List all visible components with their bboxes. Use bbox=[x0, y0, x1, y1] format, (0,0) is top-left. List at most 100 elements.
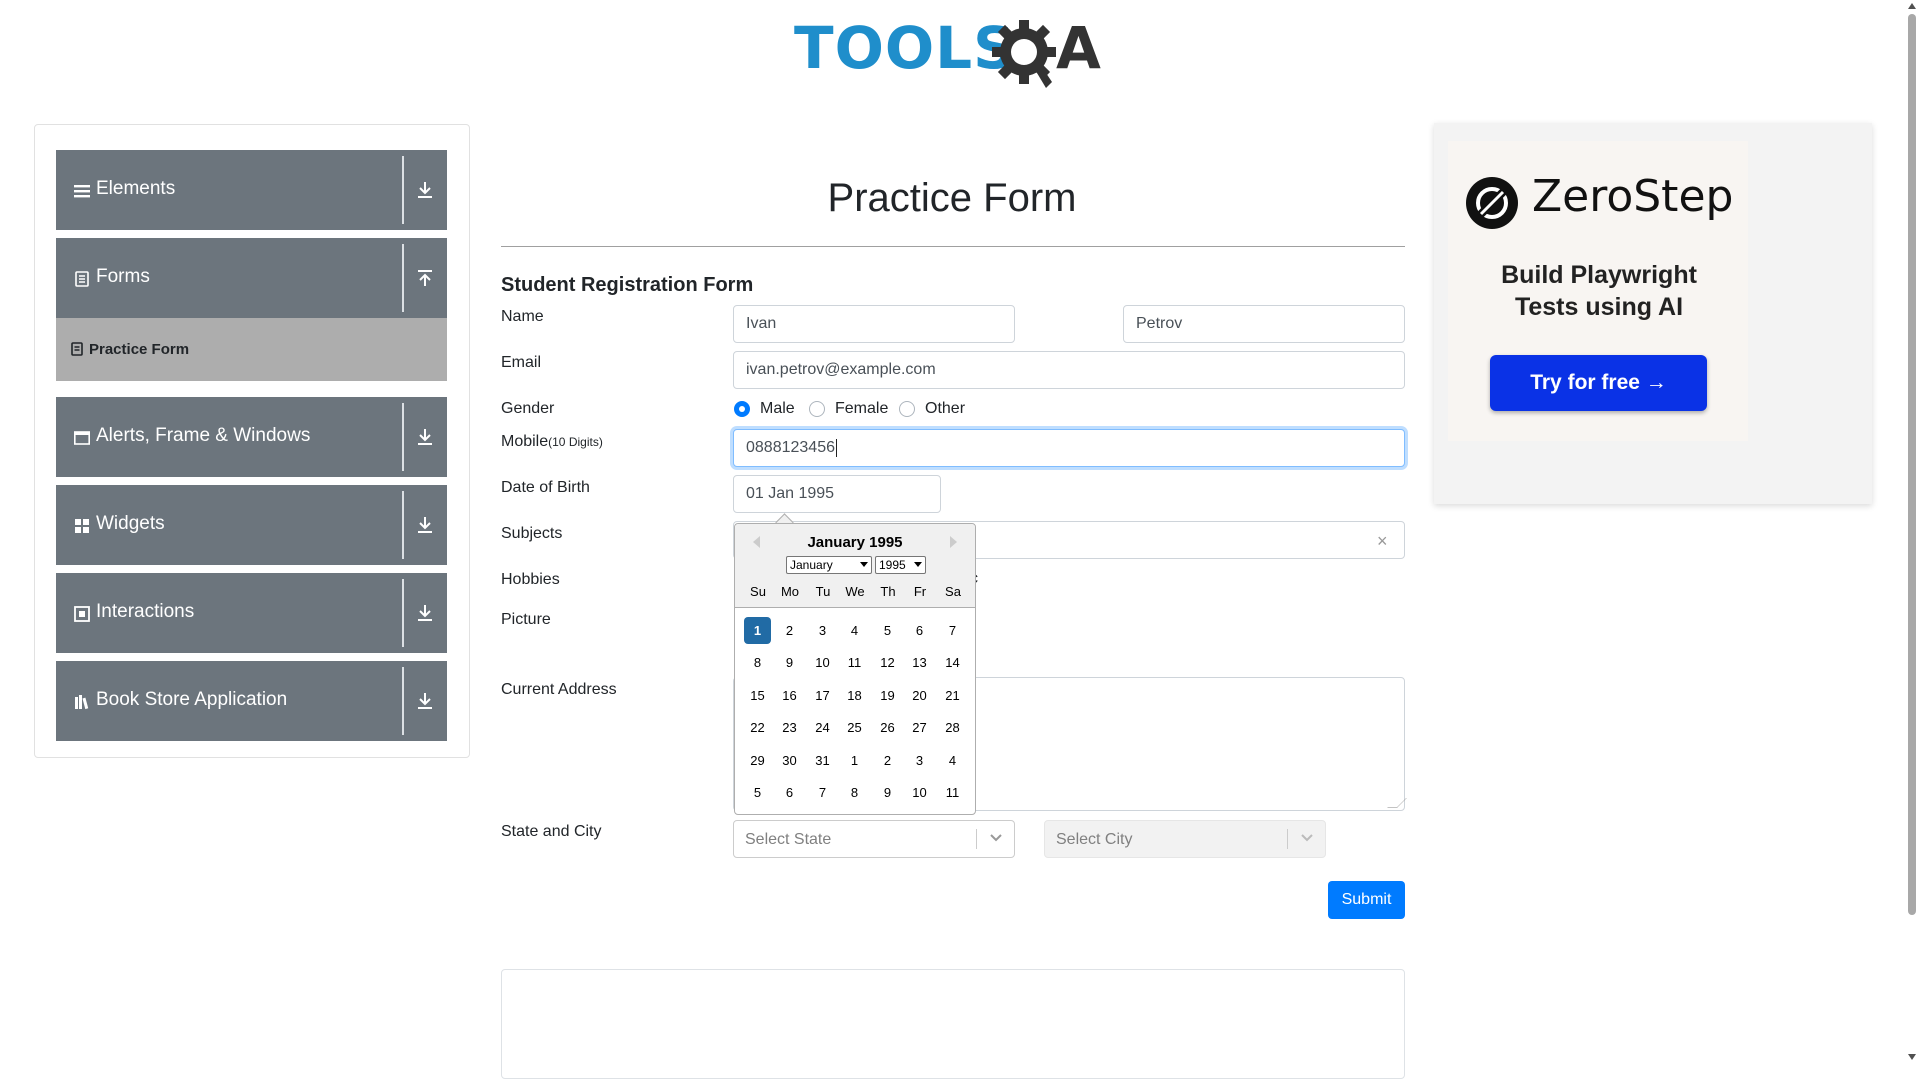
collapse-icon[interactable] bbox=[416, 268, 434, 288]
datepicker-day[interactable]: 6 bbox=[776, 779, 803, 806]
datepicker-day[interactable]: 10 bbox=[809, 649, 836, 676]
datepicker-day[interactable]: 6 bbox=[906, 617, 933, 644]
window-icon bbox=[74, 431, 90, 445]
clear-icon[interactable]: × bbox=[1377, 531, 1388, 552]
city-select[interactable]: Select City bbox=[1044, 820, 1326, 858]
datepicker-day[interactable]: 24 bbox=[809, 714, 836, 741]
sidebar-group-label: Alerts, Frame & Windows bbox=[96, 425, 311, 446]
submit-button[interactable]: Submit bbox=[1328, 881, 1405, 919]
datepicker-day[interactable]: 8 bbox=[841, 779, 868, 806]
radio-button[interactable] bbox=[899, 401, 915, 417]
try-for-free-button[interactable]: Try for free → bbox=[1490, 355, 1707, 411]
sidebar-group-bookstore[interactable]: Book Store Application bbox=[56, 661, 447, 741]
datepicker-day[interactable]: 7 bbox=[809, 779, 836, 806]
datepicker-day[interactable]: 26 bbox=[874, 714, 901, 741]
chevron-down-icon[interactable] bbox=[989, 833, 1003, 843]
dob-input[interactable]: 01 Jan 1995 bbox=[733, 475, 941, 513]
expand-icon[interactable] bbox=[416, 691, 434, 711]
datepicker-day[interactable]: 11 bbox=[841, 649, 868, 676]
sidebar-item-practice-form[interactable]: Practice Form bbox=[56, 318, 447, 381]
scrollbar-thumb[interactable] bbox=[1908, 14, 1916, 915]
sidebar-group-elements[interactable]: Elements bbox=[56, 150, 447, 230]
datepicker-day[interactable]: 7 bbox=[939, 617, 966, 644]
state-placeholder: Select State bbox=[745, 831, 832, 848]
expand-icon[interactable] bbox=[416, 427, 434, 447]
radio-label[interactable]: Other bbox=[925, 400, 965, 418]
sidebar-group-label: Elements bbox=[96, 178, 176, 199]
resize-handle[interactable] bbox=[1387, 798, 1407, 808]
first-name-input[interactable]: Ivan bbox=[733, 305, 1015, 343]
datepicker-day[interactable]: 3 bbox=[906, 747, 933, 774]
datepicker-day[interactable]: 20 bbox=[906, 682, 933, 709]
subjects-label: Subjects bbox=[501, 525, 563, 542]
gender-radio-male[interactable]: Male bbox=[734, 400, 795, 420]
datepicker-day[interactable]: 9 bbox=[874, 779, 901, 806]
datepicker-day[interactable]: 25 bbox=[841, 714, 868, 741]
scroll-up-icon[interactable] bbox=[1908, 3, 1916, 9]
datepicker-day[interactable]: 11 bbox=[939, 779, 966, 806]
gender-radio-other[interactable]: Other bbox=[899, 400, 969, 420]
datepicker-day[interactable]: 30 bbox=[776, 747, 803, 774]
datepicker-header: January 1995 January 1995 Su Mo Tu We Th Fr Sa bbox=[735, 524, 975, 608]
expand-icon[interactable] bbox=[416, 603, 434, 623]
datepicker-day[interactable]: 5 bbox=[874, 617, 901, 644]
radio-button-checked[interactable] bbox=[734, 401, 750, 417]
page-scrollbar[interactable] bbox=[1904, 0, 1920, 1065]
month-select-value: January bbox=[790, 558, 833, 572]
datepicker-day[interactable]: 23 bbox=[776, 714, 803, 741]
datepicker-day[interactable]: 17 bbox=[809, 682, 836, 709]
mobile-input[interactable]: 0888123456 bbox=[733, 429, 1405, 467]
datepicker-day[interactable]: 1 bbox=[841, 747, 868, 774]
advertisement[interactable]: ZeroStep Build Playwright Tests using AI… bbox=[1434, 123, 1872, 504]
datepicker-day[interactable]: 19 bbox=[874, 682, 901, 709]
datepicker-day-selected[interactable]: 1 bbox=[744, 617, 771, 644]
name-label: Name bbox=[501, 308, 544, 325]
sidebar-group-widgets[interactable]: Widgets bbox=[56, 485, 447, 565]
expand-icon[interactable] bbox=[416, 180, 434, 200]
datepicker-day[interactable]: 21 bbox=[939, 682, 966, 709]
chevron-down-icon[interactable] bbox=[1300, 833, 1314, 843]
datepicker-day[interactable]: 16 bbox=[776, 682, 803, 709]
divider bbox=[402, 403, 404, 471]
datepicker-day[interactable]: 8 bbox=[744, 649, 771, 676]
datepicker-day[interactable]: 31 bbox=[809, 747, 836, 774]
datepicker-day[interactable]: 9 bbox=[776, 649, 803, 676]
datepicker-day[interactable]: 28 bbox=[939, 714, 966, 741]
radio-label[interactable]: Female bbox=[835, 400, 888, 418]
datepicker-day[interactable]: 15 bbox=[744, 682, 771, 709]
datepicker-day[interactable]: 4 bbox=[841, 617, 868, 644]
datepicker-day[interactable]: 18 bbox=[841, 682, 868, 709]
datepicker-day[interactable]: 2 bbox=[776, 617, 803, 644]
sidebar-group-alerts[interactable]: Alerts, Frame & Windows bbox=[56, 397, 447, 477]
datepicker-day[interactable]: 29 bbox=[744, 747, 771, 774]
picture-label: Picture bbox=[501, 611, 551, 628]
datepicker-day[interactable]: 22 bbox=[744, 714, 771, 741]
last-name-input[interactable]: Petrov bbox=[1123, 305, 1405, 343]
radio-label[interactable]: Male bbox=[760, 400, 795, 418]
state-select[interactable]: Select State bbox=[733, 820, 1015, 858]
datepicker-day[interactable]: 3 bbox=[809, 617, 836, 644]
dob-value: 01 Jan 1995 bbox=[746, 485, 835, 502]
expand-icon[interactable] bbox=[416, 515, 434, 535]
radio-button[interactable] bbox=[809, 401, 825, 417]
zerostep-logo-icon bbox=[1466, 177, 1518, 229]
toolsqa-logo[interactable]: TOOLS A bbox=[790, 14, 1120, 94]
datepicker-day[interactable]: 13 bbox=[906, 649, 933, 676]
datepicker-day[interactable]: 2 bbox=[874, 747, 901, 774]
year-select[interactable]: 1995 bbox=[875, 556, 926, 574]
datepicker-day[interactable]: 14 bbox=[939, 649, 966, 676]
datepicker-day[interactable]: 27 bbox=[906, 714, 933, 741]
scroll-down-icon[interactable] bbox=[1908, 1054, 1916, 1060]
datepicker-day[interactable]: 4 bbox=[939, 747, 966, 774]
sidebar-group-interactions[interactable]: Interactions bbox=[56, 573, 447, 653]
title-divider bbox=[501, 246, 1405, 247]
gender-radio-female[interactable]: Female bbox=[809, 400, 889, 420]
month-select[interactable]: January bbox=[786, 556, 872, 574]
datepicker-day[interactable]: 10 bbox=[906, 779, 933, 806]
next-month-icon[interactable] bbox=[950, 536, 957, 548]
datepicker-day[interactable]: 12 bbox=[874, 649, 901, 676]
datepicker-day[interactable]: 5 bbox=[744, 779, 771, 806]
sidebar-group-label: Interactions bbox=[96, 601, 195, 622]
email-input[interactable]: ivan.petrov@example.com bbox=[733, 351, 1405, 389]
sidebar-group-forms[interactable]: Forms bbox=[56, 238, 447, 318]
